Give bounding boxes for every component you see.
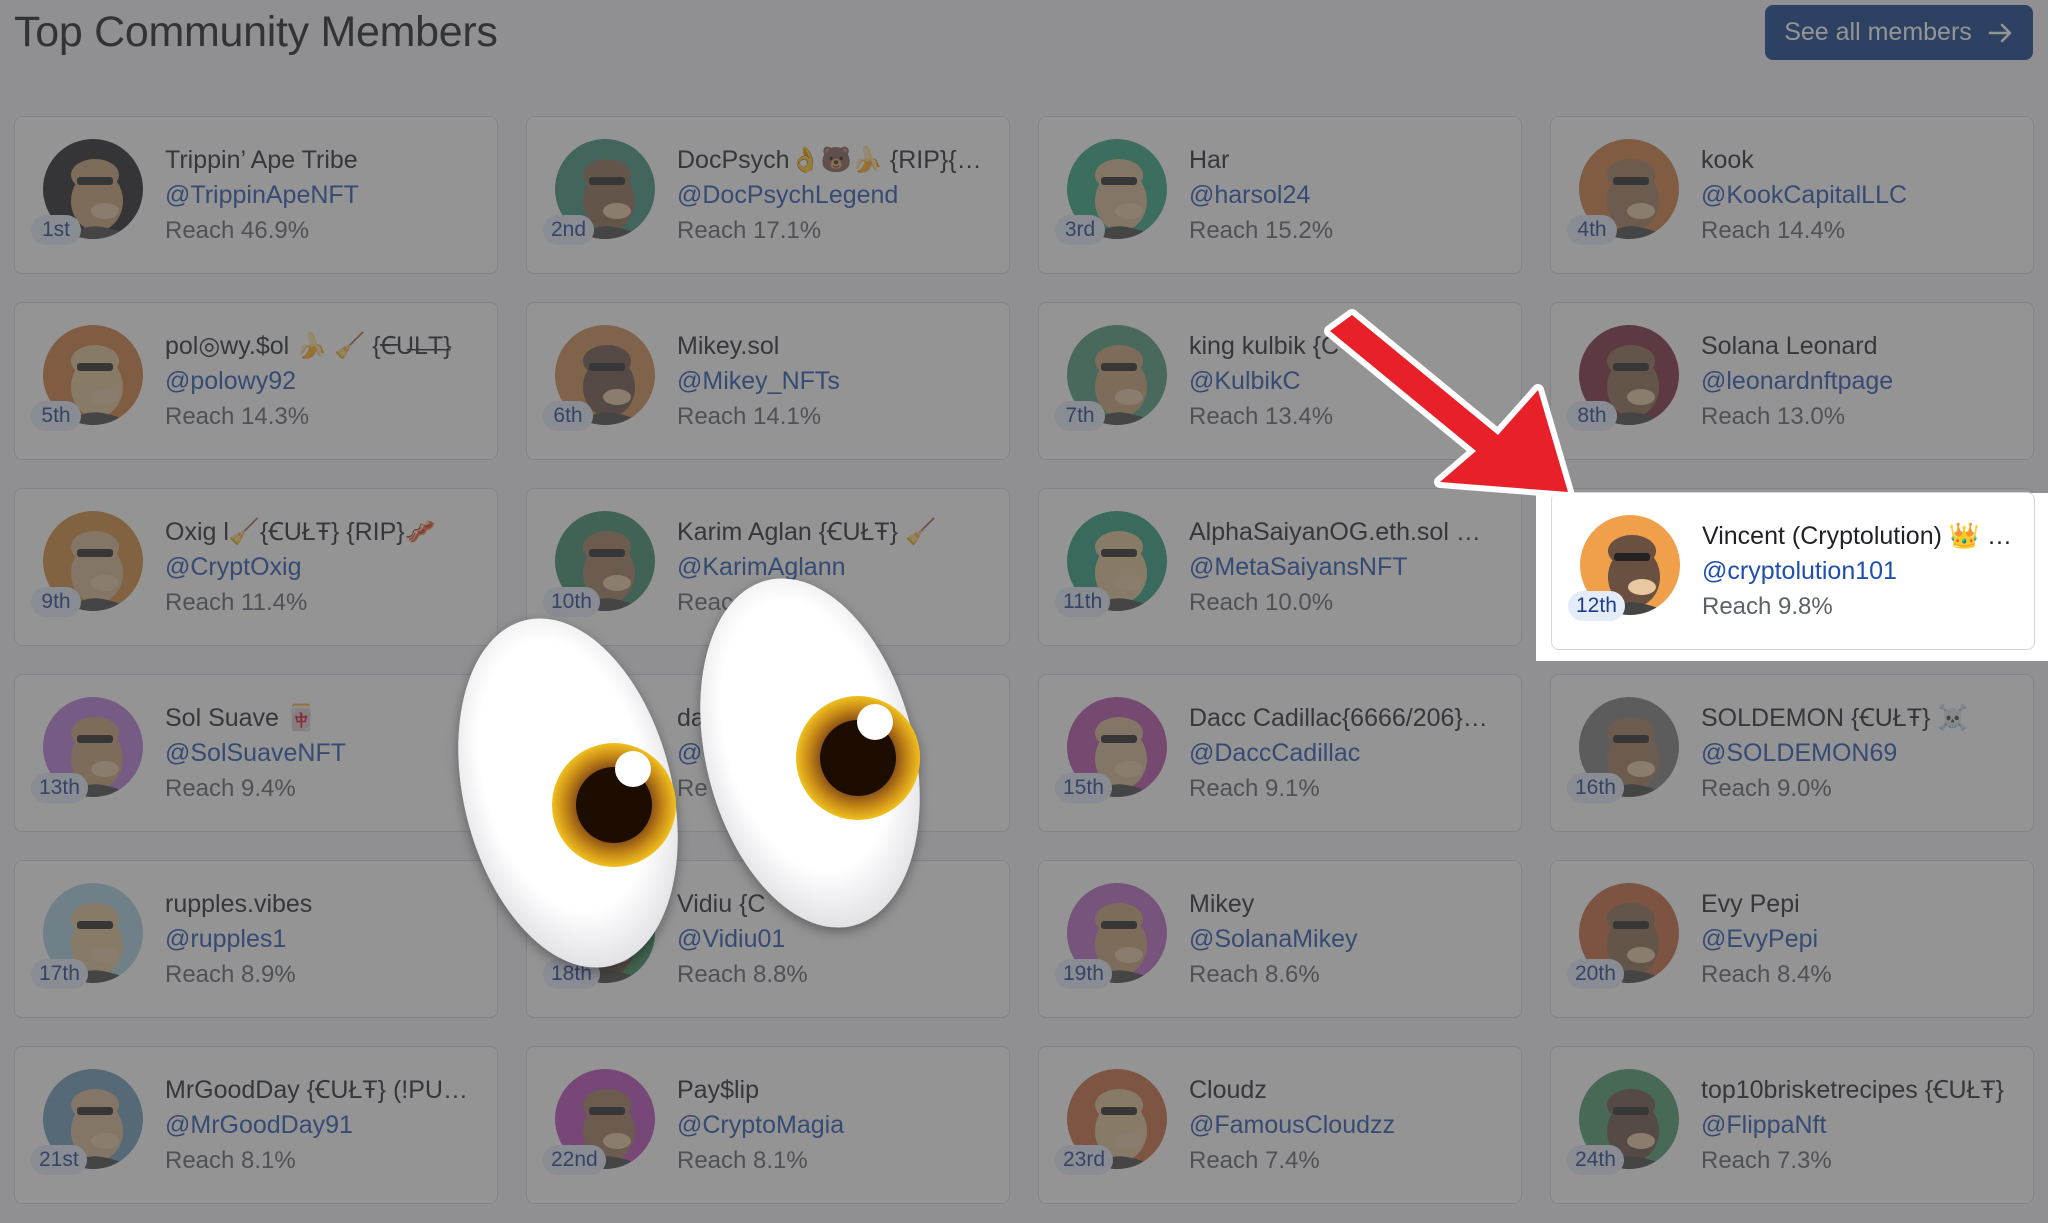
eyes-emoji-icon: [458, 578, 920, 968]
red-arrow-icon: [1324, 309, 1574, 498]
annotation-layer: [458, 309, 1574, 968]
